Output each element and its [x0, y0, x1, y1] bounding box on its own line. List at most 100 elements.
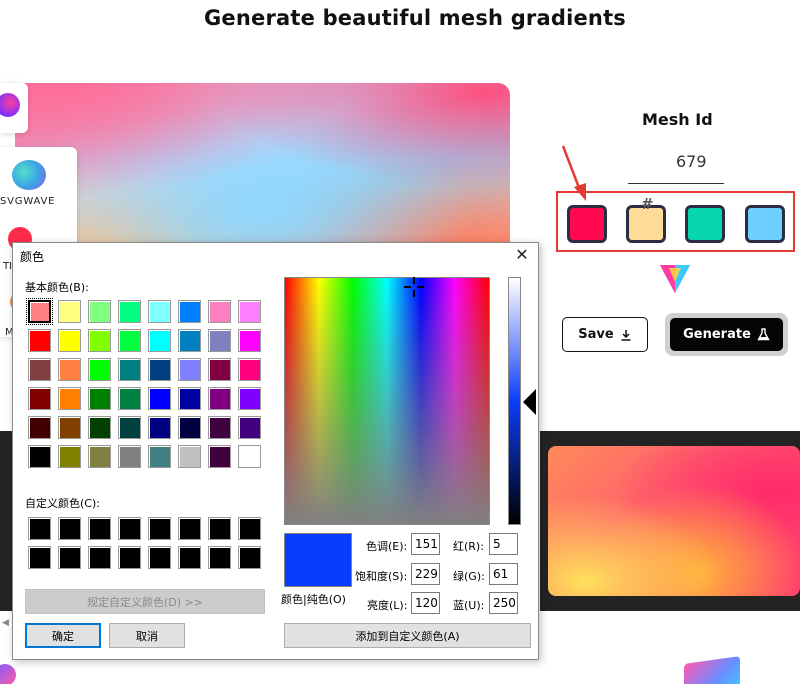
basic-color-swatch[interactable] [238, 416, 261, 439]
sidebar-item-svgwave[interactable]: SVGWAVE [0, 196, 62, 207]
custom-color-swatch[interactable] [118, 546, 141, 569]
basic-color-swatch[interactable] [208, 387, 231, 410]
mesh-id-input[interactable]: 679 [676, 152, 707, 171]
mesh-id-underline [628, 183, 724, 184]
luminosity-slider[interactable] [508, 277, 521, 525]
ok-button[interactable]: 确定 [25, 623, 101, 648]
basic-color-swatch[interactable] [208, 416, 231, 439]
custom-color-swatch[interactable] [88, 546, 111, 569]
sidebar-item-ti[interactable]: TI [3, 261, 12, 272]
basic-color-swatch[interactable] [88, 300, 111, 323]
dialog-title: 颜色 [20, 250, 45, 264]
define-custom-colors-button[interactable]: 规定自定义颜色(D) >> [25, 589, 265, 614]
basic-color-swatch[interactable] [148, 329, 171, 352]
custom-color-swatch[interactable] [148, 517, 171, 540]
svgwave-blob-icon[interactable] [12, 160, 46, 190]
basic-color-swatch[interactable] [88, 387, 111, 410]
sidebar-top-card[interactable] [0, 83, 28, 133]
basic-color-swatch[interactable] [88, 416, 111, 439]
basic-color-swatch[interactable] [58, 300, 81, 323]
basic-color-swatch[interactable] [238, 387, 261, 410]
custom-color-swatch[interactable] [208, 517, 231, 540]
basic-color-swatch[interactable] [238, 329, 261, 352]
custom-color-swatch[interactable] [178, 546, 201, 569]
red-field[interactable]: 5 [489, 533, 518, 555]
basic-color-swatch[interactable] [118, 416, 141, 439]
basic-color-swatch[interactable] [178, 387, 201, 410]
page-title: Generate beautiful mesh gradients [203, 6, 627, 30]
close-icon[interactable]: ✕ [511, 244, 533, 266]
basic-color-swatch[interactable] [28, 358, 51, 381]
custom-color-swatch[interactable] [208, 546, 231, 569]
custom-color-swatch[interactable] [58, 546, 81, 569]
color-picker-dialog: 颜色 ✕ 基本颜色(B): 自定义颜色(C): 规定自定义颜色(D) >> 确定… [12, 242, 539, 660]
basic-color-swatch[interactable] [118, 358, 141, 381]
color-swatch-1[interactable] [567, 205, 607, 243]
custom-color-swatch[interactable] [118, 517, 141, 540]
luminosity-arrow-icon[interactable] [523, 389, 536, 415]
hue-field[interactable]: 151 [411, 533, 440, 555]
basic-color-swatch[interactable] [118, 445, 141, 468]
basic-color-swatch[interactable] [208, 358, 231, 381]
basic-color-swatch[interactable] [118, 387, 141, 410]
basic-color-swatch[interactable] [118, 300, 141, 323]
basic-color-swatch[interactable] [148, 358, 171, 381]
custom-color-swatch[interactable] [28, 517, 51, 540]
color-swatch-4[interactable] [745, 205, 785, 243]
custom-color-swatch[interactable] [178, 517, 201, 540]
basic-color-swatch[interactable] [238, 358, 261, 381]
green-field[interactable]: 61 [489, 563, 518, 585]
custom-color-swatch[interactable] [58, 517, 81, 540]
hue-label: 色调(E): [366, 540, 408, 553]
basic-color-swatch[interactable] [148, 300, 171, 323]
basic-color-swatch[interactable] [58, 416, 81, 439]
custom-color-swatch[interactable] [88, 517, 111, 540]
prism-icon[interactable] [659, 264, 691, 294]
custom-color-swatch[interactable] [238, 517, 261, 540]
basic-color-swatch[interactable] [178, 445, 201, 468]
blob-icon [0, 664, 16, 684]
basic-color-swatch[interactable] [148, 387, 171, 410]
basic-color-swatch[interactable] [238, 300, 261, 323]
basic-color-swatch[interactable] [88, 358, 111, 381]
basic-color-swatch[interactable] [178, 416, 201, 439]
cancel-button[interactable]: 取消 [109, 623, 185, 648]
crosshair-icon[interactable] [404, 277, 424, 297]
custom-color-swatch[interactable] [238, 546, 261, 569]
hue-saturation-spectrum[interactable] [284, 277, 490, 525]
basic-color-swatch[interactable] [58, 445, 81, 468]
basic-color-swatch[interactable] [178, 300, 201, 323]
basic-color-swatch[interactable] [58, 387, 81, 410]
gallery-thumbnail[interactable] [548, 446, 800, 596]
blue-label: 蓝(U): [453, 599, 485, 612]
add-to-custom-colors-button[interactable]: 添加到自定义颜色(A) [284, 623, 531, 648]
basic-color-swatch[interactable] [28, 329, 51, 352]
basic-color-swatch[interactable] [238, 445, 261, 468]
generate-button[interactable]: Generate [670, 318, 783, 351]
basic-color-swatch[interactable] [118, 329, 141, 352]
custom-color-swatch[interactable] [148, 546, 171, 569]
basic-color-swatch[interactable] [148, 416, 171, 439]
basic-color-swatch[interactable] [178, 329, 201, 352]
basic-color-swatch[interactable] [26, 298, 53, 325]
basic-color-swatch[interactable] [58, 329, 81, 352]
save-button[interactable]: Save [562, 317, 648, 352]
basic-color-swatch[interactable] [208, 445, 231, 468]
basic-color-swatch[interactable] [28, 445, 51, 468]
basic-color-swatch[interactable] [178, 358, 201, 381]
basic-color-swatch[interactable] [88, 445, 111, 468]
saturation-field[interactable]: 229 [411, 563, 440, 585]
custom-colors-label: 自定义颜色(C): [25, 497, 100, 510]
basic-color-swatch[interactable] [208, 300, 231, 323]
blue-field[interactable]: 250 [489, 592, 518, 614]
custom-color-swatch[interactable] [28, 546, 51, 569]
basic-color-swatch[interactable] [88, 329, 111, 352]
luminosity-field[interactable]: 120 [411, 592, 440, 614]
basic-color-swatch[interactable] [28, 387, 51, 410]
basic-color-swatch[interactable] [28, 416, 51, 439]
scroll-left-arrow-icon[interactable]: ◀ [2, 618, 9, 628]
basic-color-swatch[interactable] [58, 358, 81, 381]
basic-color-swatch[interactable] [208, 329, 231, 352]
color-swatch-3[interactable] [685, 205, 725, 243]
basic-color-swatch[interactable] [148, 445, 171, 468]
